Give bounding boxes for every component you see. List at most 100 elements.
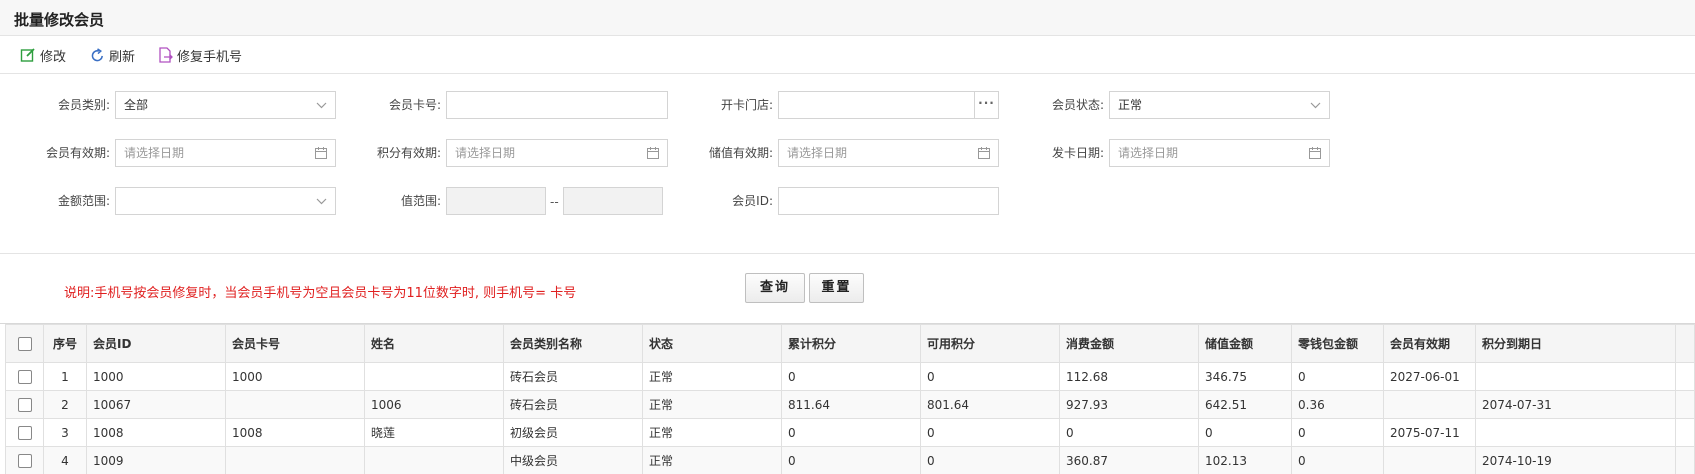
table-cell: 0: [781, 418, 921, 447]
column-header[interactable]: 会员有效期: [1383, 324, 1476, 363]
points-expiry-date-input[interactable]: 请选择日期: [446, 139, 668, 167]
select-all-checkbox[interactable]: [17, 336, 32, 351]
range-separator: --: [550, 195, 559, 209]
column-header[interactable]: 姓名: [364, 324, 504, 363]
status-select[interactable]: 正常: [1109, 91, 1330, 119]
fix-phone-label: 修复手机号: [177, 49, 243, 65]
table-cell-spacer: [1675, 390, 1695, 419]
table-cell: 砖石会员: [503, 390, 643, 419]
table-cell: [1383, 446, 1476, 474]
table-row[interactable]: 4 1009 中级会员 正常 0 0 360.87 102.13 0 2074-10-19: [5, 446, 1695, 474]
reset-button[interactable]: 重置: [809, 273, 864, 303]
column-header[interactable]: 状态: [642, 324, 782, 363]
table-cell: 0.36: [1291, 390, 1384, 419]
date-placeholder: 请选择日期: [124, 146, 185, 160]
table-cell: 1: [43, 362, 87, 391]
toolbar: 修改 刷新 修复手机号: [0, 36, 1695, 74]
date-placeholder: 请选择日期: [787, 146, 848, 160]
value-range-max-input[interactable]: [563, 187, 663, 215]
issue-date-label: 发卡日期:: [1051, 146, 1104, 160]
open-store-input[interactable]: ···: [778, 91, 999, 119]
member-type-label: 会员类别:: [57, 98, 110, 112]
table-cell: 正常: [642, 390, 782, 419]
chevron-down-icon: [316, 198, 327, 204]
column-header[interactable]: 储值金额: [1198, 324, 1292, 363]
points-expiry-label: 积分有效期:: [376, 146, 441, 160]
column-header-spacer: [1675, 324, 1695, 363]
table-cell-spacer: [1675, 362, 1695, 391]
member-id-input[interactable]: [778, 187, 999, 215]
table-cell: 正常: [642, 418, 782, 447]
card-no-input[interactable]: [446, 91, 668, 119]
column-header[interactable]: 会员类别名称: [503, 324, 643, 363]
table-cell: 0: [1291, 446, 1384, 474]
table-header-row: 序号 会员ID 会员卡号 姓名 会员类别名称 状态 累计积分 可用积分 消费金额…: [5, 324, 1695, 363]
chevron-down-icon: [316, 102, 327, 108]
note-text: 说明:手机号按会员修复时，当会员手机号为空且会员卡号为11位数字时, 则手机号=…: [64, 286, 577, 301]
table-cell: 0: [920, 362, 1060, 391]
value-range-min-input[interactable]: [446, 187, 546, 215]
refresh-button[interactable]: 刷新: [90, 46, 135, 65]
member-id-label: 会员ID:: [732, 194, 773, 208]
column-header[interactable]: 序号: [43, 324, 87, 363]
column-header[interactable]: 会员ID: [86, 324, 226, 363]
table-cell: 0: [1291, 418, 1384, 447]
table-cell: 0: [920, 418, 1060, 447]
column-header[interactable]: 累计积分: [781, 324, 921, 363]
column-header[interactable]: 消费金额: [1059, 324, 1199, 363]
table-cell: 初级会员: [503, 418, 643, 447]
table-cell-spacer: [1675, 418, 1695, 447]
table-cell: 2027-06-01: [1383, 362, 1476, 391]
row-checkbox[interactable]: [17, 397, 32, 412]
action-bar: 说明:手机号按会员修复时，当会员手机号为空且会员卡号为11位数字时, 则手机号=…: [0, 254, 1695, 324]
table-cell: [225, 390, 365, 419]
date-placeholder: 请选择日期: [455, 146, 516, 160]
table-cell: 1000: [225, 362, 365, 391]
page-title: 批量修改会员: [14, 11, 105, 29]
table-cell: 102.13: [1198, 446, 1292, 474]
edit-button[interactable]: 修改: [20, 46, 67, 65]
column-header[interactable]: 积分到期日: [1475, 324, 1676, 363]
row-checkbox-cell[interactable]: [5, 418, 44, 447]
table-cell: 1006: [364, 390, 504, 419]
amount-range-select[interactable]: [115, 187, 336, 215]
table-row[interactable]: 3 1008 1008 晓莲 初级会员 正常 0 0 0 0 0 2075-07-11: [5, 418, 1695, 447]
table-cell: 1000: [86, 362, 226, 391]
table-cell: 0: [781, 362, 921, 391]
table-cell: 0: [781, 446, 921, 474]
table-cell: 2: [43, 390, 87, 419]
amount-range-label: 金额范围:: [57, 194, 110, 208]
table-cell: [1475, 418, 1676, 447]
column-header[interactable]: 可用积分: [920, 324, 1060, 363]
table-cell: 2074-07-31: [1475, 390, 1676, 419]
table-cell: [1383, 390, 1476, 419]
column-header[interactable]: 零钱包金额: [1291, 324, 1384, 363]
table-cell: 112.68: [1059, 362, 1199, 391]
table-cell: 927.93: [1059, 390, 1199, 419]
row-checkbox[interactable]: [17, 369, 32, 384]
row-checkbox[interactable]: [17, 425, 32, 440]
table-row[interactable]: 2 10067 1006 砖石会员 正常 811.64 801.64 927.93 642.51…: [5, 390, 1695, 419]
table-cell: [364, 446, 504, 474]
member-expiry-date-input[interactable]: 请选择日期: [115, 139, 336, 167]
title-bar: 批量修改会员: [0, 0, 1695, 36]
table-cell: 4: [43, 446, 87, 474]
select-all-cell[interactable]: [5, 324, 44, 363]
table-row[interactable]: 1 1000 1000 砖石会员 正常 0 0 112.68 346.75 0 2027-06-01: [5, 362, 1695, 391]
fix-phone-button[interactable]: 修复手机号: [158, 46, 243, 65]
row-checkbox-cell[interactable]: [5, 446, 44, 474]
row-checkbox-cell[interactable]: [5, 390, 44, 419]
document-repair-icon: [159, 47, 173, 63]
table-cell: 642.51: [1198, 390, 1292, 419]
refresh-icon: [91, 47, 103, 61]
query-button[interactable]: 查询: [745, 273, 805, 303]
member-type-select[interactable]: 全部: [115, 91, 336, 119]
edit-label: 修改: [40, 49, 67, 65]
issue-date-input[interactable]: 请选择日期: [1109, 139, 1330, 167]
column-header[interactable]: 会员卡号: [225, 324, 365, 363]
row-checkbox-cell[interactable]: [5, 362, 44, 391]
table-cell: 801.64: [920, 390, 1060, 419]
stored-expiry-date-input[interactable]: 请选择日期: [778, 139, 999, 167]
calendar-icon: [978, 147, 990, 159]
row-checkbox[interactable]: [17, 453, 32, 468]
